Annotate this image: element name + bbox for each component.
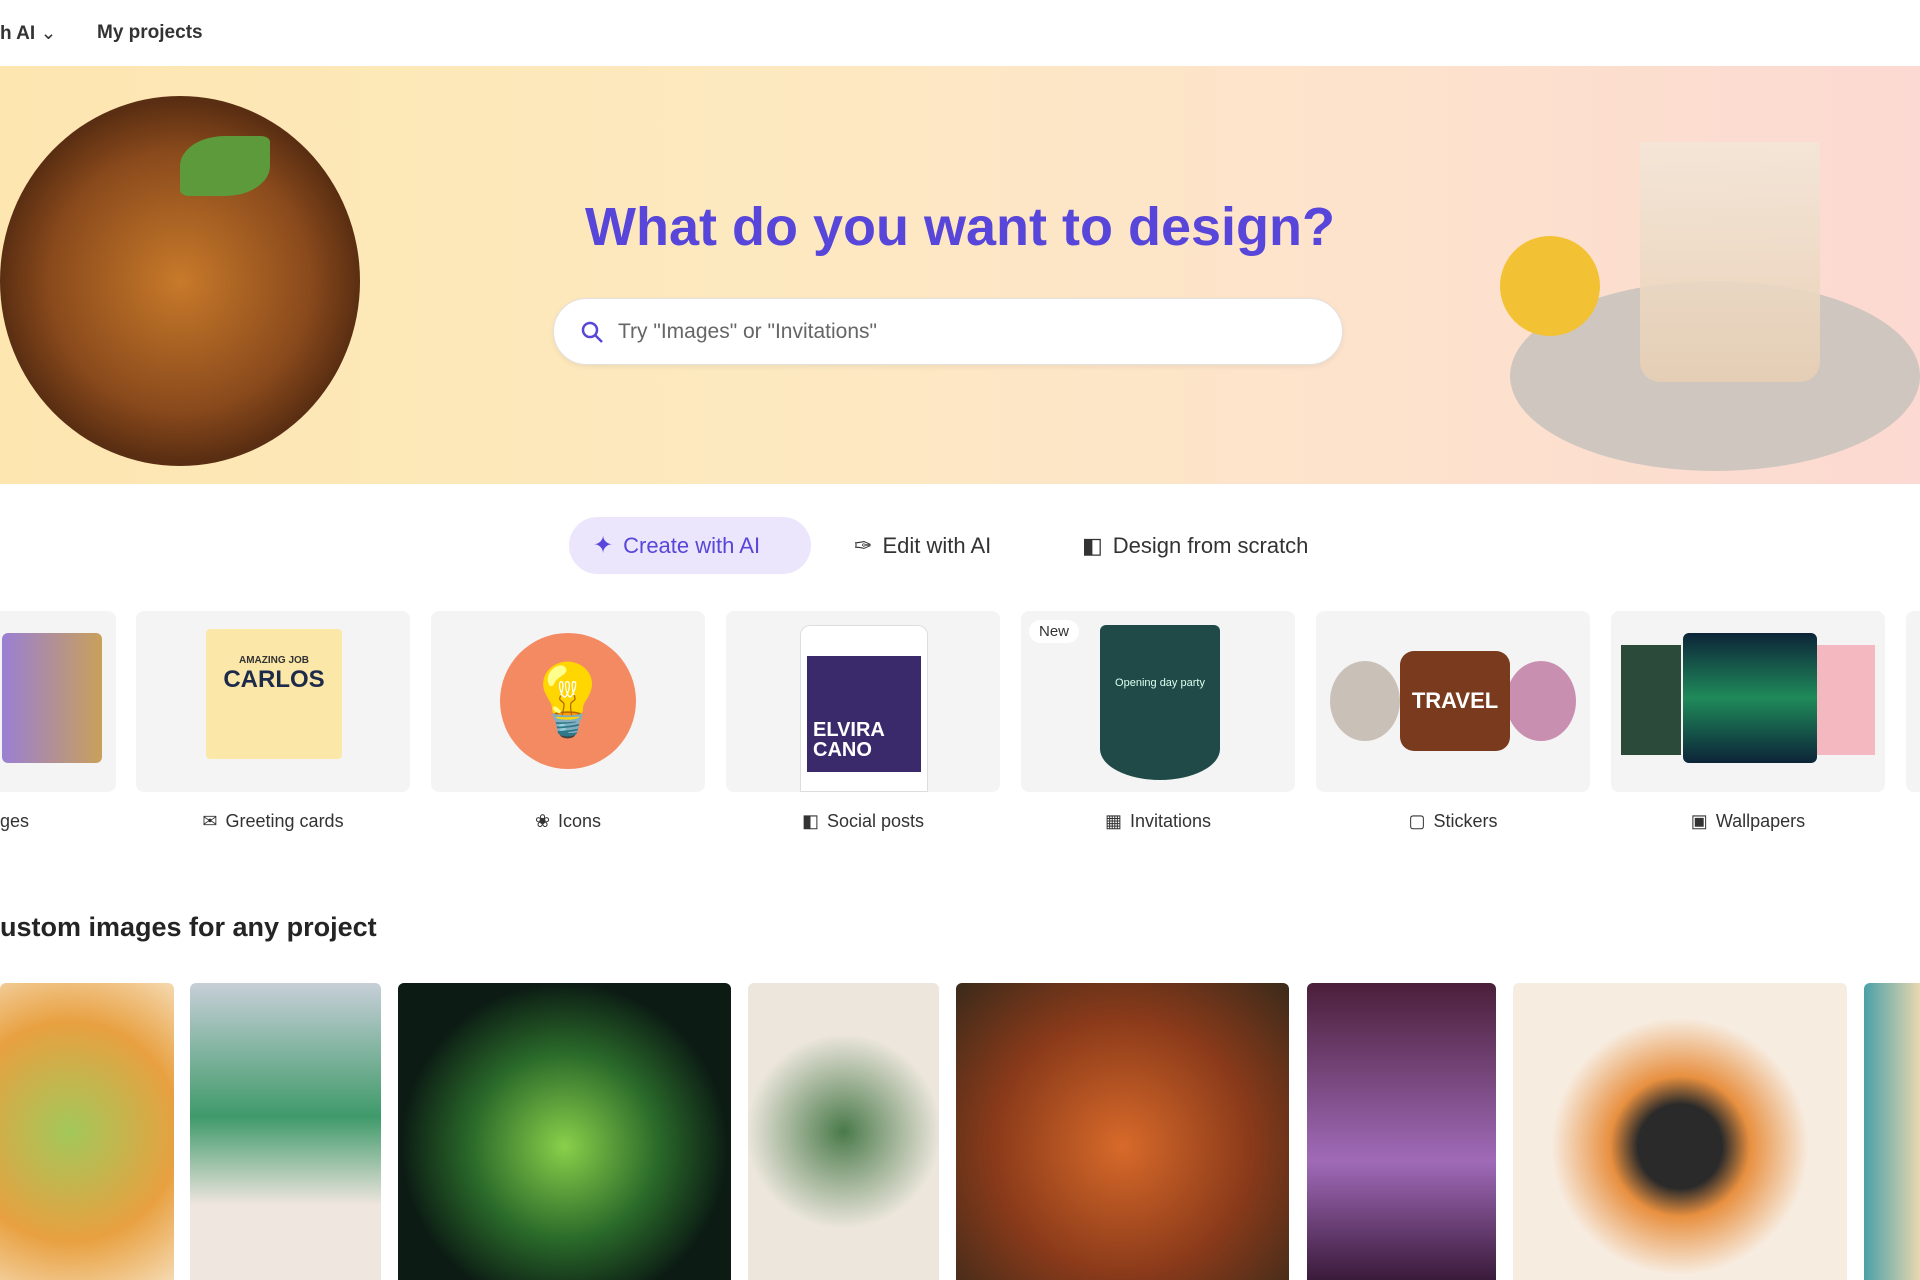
gallery-image-skyline[interactable] (1307, 983, 1496, 1280)
category-card-wallpapers[interactable] (1611, 611, 1885, 792)
icons-icon: ❀ (534, 811, 551, 831)
hero-banner: What do you want to design? (0, 66, 1920, 484)
glass-image (1640, 142, 1820, 382)
category-card-social-posts[interactable]: ELVIRA CANO (726, 611, 1000, 792)
new-badge: New (1029, 620, 1080, 643)
category-label-greeting-cards[interactable]: ✉ Greeting cards (136, 811, 410, 832)
shapes-icon: ◧ (1082, 532, 1103, 558)
tab-design-from-scratch[interactable]: ◧ Design from scratch (1058, 517, 1332, 574)
top-nav: h AI ⌄ My projects (0, 0, 1920, 66)
nav-create-with-ai[interactable]: h AI ⌄ (0, 22, 56, 45)
category-card-greeting-cards[interactable]: AMAZING JOB CARLOS (136, 611, 410, 792)
calendar-icon: ▦ (1104, 811, 1122, 831)
chevron-down-icon: ⌄ (40, 23, 57, 44)
envelope-icon: ✉ (202, 811, 218, 831)
mint-leaf-image (180, 136, 270, 196)
gallery-image-terrarium[interactable] (398, 983, 731, 1280)
search-icon (581, 321, 603, 343)
category-label-social-posts[interactable]: ◧ Social posts (726, 811, 1000, 832)
gallery-image-guitarist[interactable] (748, 983, 939, 1280)
gallery-image-next[interactable] (1864, 983, 1920, 1280)
gallery-image-fox[interactable] (956, 983, 1289, 1280)
nav-my-projects[interactable]: My projects (97, 22, 203, 44)
gallery-image-turntable[interactable] (1513, 983, 1847, 1280)
tab-edit-with-ai[interactable]: ✑ Edit with AI (830, 517, 1015, 574)
page-title: What do you want to design? (585, 197, 1335, 257)
category-label-icons[interactable]: ❀ Icons (431, 811, 705, 832)
honey-jar-image (0, 96, 360, 466)
category-card-images[interactable] (0, 611, 116, 792)
tab-create-with-ai[interactable]: ✦ Create with AI (569, 517, 811, 574)
wallpaper-icon: ▣ (1690, 811, 1708, 831)
category-label-invitations[interactable]: ▦ Invitations (1021, 811, 1295, 832)
category-label-wallpapers[interactable]: ▣ Wallpapers (1611, 811, 1885, 832)
category-label-stickers[interactable]: ▢ Stickers (1316, 811, 1590, 832)
sticker-icon: ▢ (1408, 811, 1426, 831)
search-bar[interactable] (553, 298, 1343, 365)
gallery-image-reading-girls[interactable] (190, 983, 381, 1280)
category-card-invitations[interactable]: Opening day party New (1021, 611, 1295, 792)
category-label-images[interactable]: ges (0, 811, 116, 832)
category-card-next[interactable] (1906, 611, 1920, 792)
category-card-icons[interactable]: 💡 (431, 611, 705, 792)
magic-wand-icon: ✑ (854, 532, 873, 558)
mode-tabs: ✦ Create with AI ✑ Edit with AI ◧ Design fr… (0, 517, 1920, 574)
section-title: ustom images for any project (0, 912, 377, 942)
sparkle-icon: ✦ (593, 532, 614, 559)
social-icon: ◧ (801, 811, 819, 831)
category-card-stickers[interactable]: TRAVEL (1316, 611, 1590, 792)
search-input[interactable] (618, 319, 1298, 344)
gallery-image-monster[interactable] (0, 983, 174, 1280)
